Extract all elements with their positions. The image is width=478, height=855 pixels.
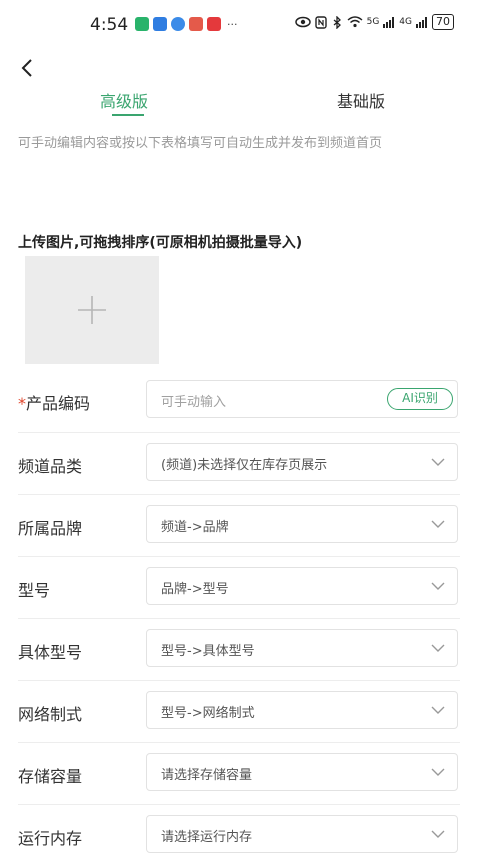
system-status: 5G 4G 70 xyxy=(294,14,454,30)
news-icon xyxy=(189,17,203,31)
ram-select[interactable]: 请选择运行内存 xyxy=(146,815,458,853)
divider xyxy=(18,556,460,557)
chevron-left-icon xyxy=(21,59,32,77)
upload-image-button[interactable] xyxy=(25,256,159,364)
chevron-down-icon xyxy=(431,644,445,652)
divider xyxy=(18,494,460,495)
form-row-ram: 运行内存 请选择运行内存 xyxy=(18,815,460,855)
model-value: 品牌->型号 xyxy=(161,582,229,597)
signal-4g-icon: 4G xyxy=(399,17,412,27)
brand-label: 所属品牌 xyxy=(18,519,83,538)
active-tab-indicator xyxy=(112,114,144,116)
chevron-down-icon xyxy=(431,582,445,590)
chevron-down-icon xyxy=(431,768,445,776)
product-code-label: *产品编码 xyxy=(18,394,91,413)
eye-icon xyxy=(294,16,311,28)
form-row-product-code: *产品编码 可手动输入 AI识别 xyxy=(18,380,460,420)
network-select[interactable]: 型号->网络制式 xyxy=(146,691,458,729)
bluetooth-icon xyxy=(333,15,341,29)
chevron-down-icon xyxy=(431,520,445,528)
ram-label: 运行内存 xyxy=(18,829,83,848)
wifi-icon xyxy=(347,16,363,28)
chat-icon xyxy=(171,17,185,31)
wechat-icon xyxy=(135,17,149,31)
divider xyxy=(18,680,460,681)
nfc-icon xyxy=(314,15,327,29)
storage-value: 请选择存储容量 xyxy=(161,768,253,783)
notification-icons: ··· xyxy=(135,17,238,31)
back-button[interactable] xyxy=(16,56,40,80)
signal-5g-icon: 5G xyxy=(366,17,380,27)
upload-title: 上传图片,可拖拽排序(可原相机拍摄批量导入) xyxy=(18,235,303,251)
form-row-storage: 存储容量 请选择存储容量 xyxy=(18,753,460,793)
specific-model-value: 型号->具体型号 xyxy=(161,644,255,659)
channel-category-label: 频道品类 xyxy=(18,457,83,476)
ai-recognize-button[interactable]: AI识别 xyxy=(387,388,453,410)
divider xyxy=(18,804,460,805)
form-row-network: 网络制式 型号->网络制式 xyxy=(18,691,460,731)
tab-basic[interactable]: 基础版 xyxy=(337,88,385,112)
divider xyxy=(18,432,460,433)
status-time: 4:54 xyxy=(90,15,129,35)
status-bar: 4:54 ··· 5G 4G 70 xyxy=(0,0,478,46)
instruction-text: 可手动编辑内容或按以下表格填写可自动生成并发布到频道首页 xyxy=(18,136,383,151)
model-label: 型号 xyxy=(18,581,51,600)
specific-model-select[interactable]: 型号->具体型号 xyxy=(146,629,458,667)
brand-select[interactable]: 频道->品牌 xyxy=(146,505,458,543)
signal-bars-icon xyxy=(383,16,395,28)
storage-label: 存储容量 xyxy=(18,767,83,786)
required-mark: * xyxy=(18,394,26,413)
signal-bars-icon xyxy=(416,16,427,28)
divider xyxy=(18,742,460,743)
plus-icon xyxy=(78,296,106,324)
form-row-channel-category: 频道品类 (频道)未选择仅在库存页展示 xyxy=(18,443,460,483)
chevron-down-icon xyxy=(431,830,445,838)
storage-select[interactable]: 请选择存储容量 xyxy=(146,753,458,791)
channel-category-select[interactable]: (频道)未选择仅在库存页展示 xyxy=(146,443,458,481)
battery-icon: 70 xyxy=(432,14,454,30)
product-code-input[interactable]: 可手动输入 AI识别 xyxy=(146,380,458,418)
divider xyxy=(18,618,460,619)
model-select[interactable]: 品牌->型号 xyxy=(146,567,458,605)
form-row-brand: 所属品牌 频道->品牌 xyxy=(18,505,460,545)
chevron-down-icon xyxy=(431,458,445,466)
ram-value: 请选择运行内存 xyxy=(161,830,253,845)
specific-model-label: 具体型号 xyxy=(18,643,83,662)
form-row-model: 型号 品牌->型号 xyxy=(18,567,460,607)
app-icon xyxy=(153,17,167,31)
channel-category-value: (频道)未选择仅在库存页展示 xyxy=(161,458,328,473)
brand-value: 频道->品牌 xyxy=(161,520,229,535)
product-code-placeholder: 可手动输入 xyxy=(161,395,227,410)
network-value: 型号->网络制式 xyxy=(161,706,255,721)
shop-icon xyxy=(207,17,221,31)
tab-advanced[interactable]: 高级版 xyxy=(100,88,148,112)
form-row-specific-model: 具体型号 型号->具体型号 xyxy=(18,629,460,669)
chevron-down-icon xyxy=(431,706,445,714)
more-notifications-icon: ··· xyxy=(227,17,238,31)
network-label: 网络制式 xyxy=(18,705,83,724)
